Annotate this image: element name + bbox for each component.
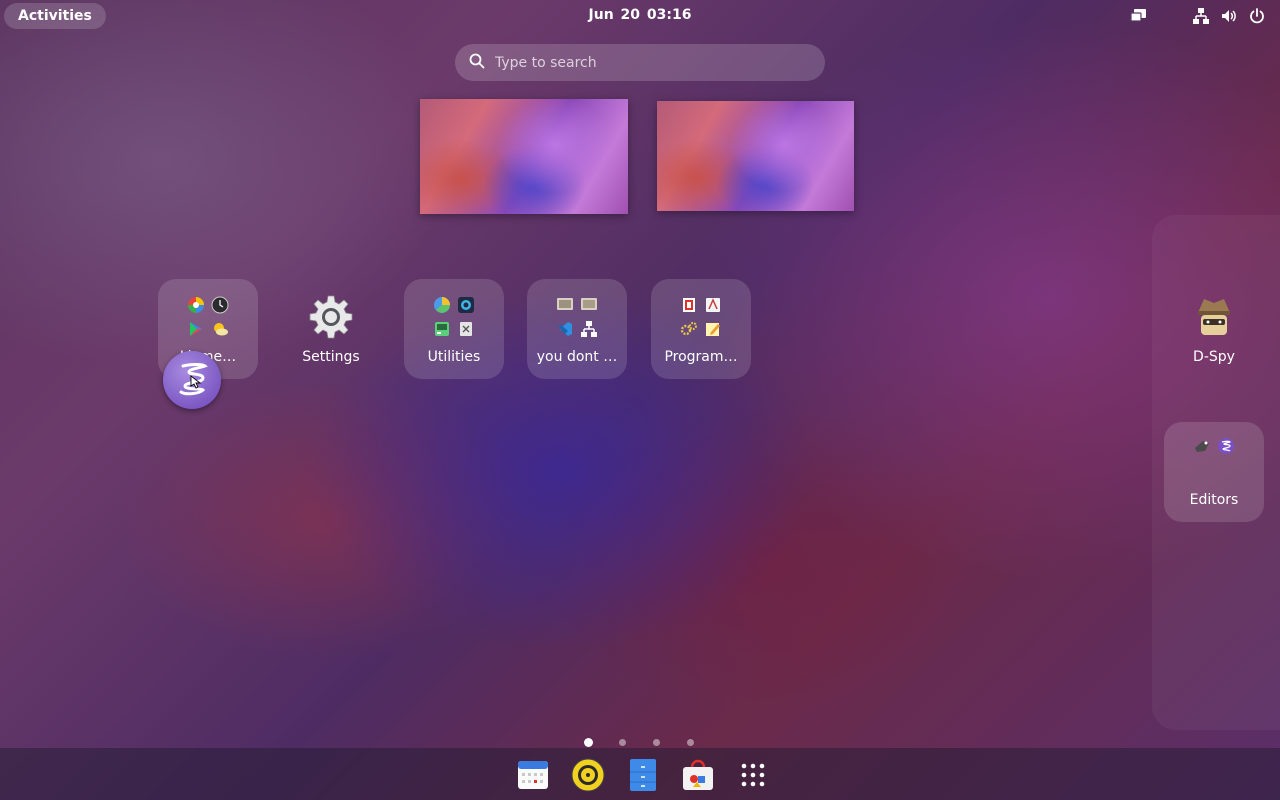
calendar-icon[interactable] <box>516 758 550 792</box>
folder-label: Utilities <box>427 349 481 365</box>
color-palette-icon <box>184 293 208 317</box>
vscode-icon <box>553 317 577 341</box>
software-store-icon[interactable] <box>681 758 715 792</box>
disk-usage-icon <box>430 293 454 317</box>
file-cabinet-icon[interactable] <box>626 758 660 792</box>
search-icon <box>469 53 485 73</box>
dragged-emacs-icon[interactable] <box>163 351 221 409</box>
page-indicator <box>0 738 1280 748</box>
play-store-icon <box>184 317 208 341</box>
network-tree-icon <box>577 317 601 341</box>
folder-programming[interactable]: Program… <box>651 279 751 379</box>
workspace-thumbnail-2[interactable] <box>657 101 854 211</box>
app-label: Settings <box>302 349 360 365</box>
rhythmbox-icon[interactable] <box>571 758 605 792</box>
power-icon[interactable] <box>1248 7 1266 25</box>
screen-share-icon[interactable] <box>1130 7 1148 25</box>
system-tray[interactable] <box>1130 7 1266 25</box>
weather-icon <box>208 317 232 341</box>
search-bar[interactable] <box>455 44 825 81</box>
screen-icon <box>577 293 601 317</box>
volume-icon[interactable] <box>1220 7 1238 25</box>
settings-gear-icon <box>307 293 355 341</box>
app-settings[interactable]: Settings <box>281 279 381 379</box>
folder-you-dont[interactable]: you dont … <box>527 279 627 379</box>
search-input[interactable] <box>495 54 795 71</box>
page-dot-1[interactable] <box>584 738 593 747</box>
gears-icon <box>677 317 701 341</box>
clock-icon <box>208 293 232 317</box>
terminal-icon <box>553 293 577 317</box>
system-monitor-icon <box>430 317 454 341</box>
folder-utilities[interactable]: Utilities <box>404 279 504 379</box>
text-editor-icon <box>701 317 725 341</box>
dspy-spy-icon <box>1190 293 1238 341</box>
show-apps-icon[interactable] <box>736 758 770 792</box>
activities-button[interactable]: Activities <box>4 3 106 29</box>
app-d-spy[interactable]: D-Spy <box>1164 279 1264 379</box>
top-bar: Activities Jun 20 03:16 <box>0 0 1280 32</box>
camera-icon <box>454 293 478 317</box>
page-dot-3[interactable] <box>653 739 660 746</box>
folder-label: Program… <box>664 349 738 365</box>
workspace-thumbnail-1[interactable] <box>420 99 628 214</box>
page-dot-4[interactable] <box>687 739 694 746</box>
emacs-icon <box>1217 437 1235 459</box>
app-label: D-Spy <box>1193 349 1235 365</box>
folder-label: you dont … <box>536 349 618 365</box>
gedit-icon <box>1193 438 1211 458</box>
folder-label: Editors <box>1189 492 1239 508</box>
font-viewer-icon <box>701 293 725 317</box>
page-dot-2[interactable] <box>619 739 626 746</box>
drag-cursor-icon <box>190 374 202 393</box>
network-icon[interactable] <box>1192 7 1210 25</box>
office-icon <box>677 293 701 317</box>
folder-editors[interactable]: Editors <box>1164 422 1264 522</box>
clock[interactable]: Jun 20 03:16 <box>540 7 740 23</box>
document-scanner-icon <box>454 317 478 341</box>
